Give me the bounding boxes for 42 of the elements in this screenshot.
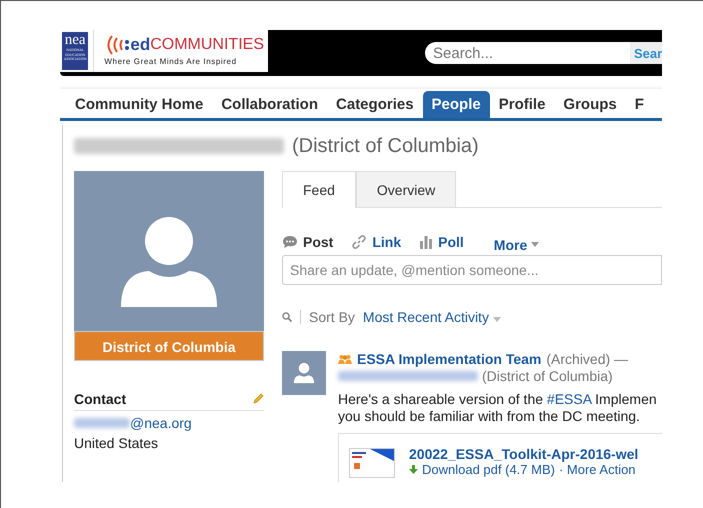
nav-tab[interactable]: Groups bbox=[554, 91, 626, 118]
nav-tab[interactable]: F bbox=[626, 91, 653, 118]
email-link[interactable]: @nea.org bbox=[130, 415, 192, 431]
nav-tab[interactable]: Collaboration bbox=[212, 91, 328, 118]
bar-chart-icon bbox=[419, 235, 434, 249]
caret-icon bbox=[492, 317, 501, 322]
region-badge: District of Columbia bbox=[74, 331, 264, 361]
pencil-icon[interactable] bbox=[252, 393, 264, 405]
share-field[interactable]: Share an update, @mention someone... bbox=[282, 255, 662, 285]
speech-bubble-icon bbox=[282, 235, 298, 249]
edcommunities-logo[interactable]: edCOMMUNITIES Where Great Minds Are Inspired bbox=[93, 30, 268, 72]
nav-tab[interactable]: Profile bbox=[490, 91, 554, 118]
nav-tab[interactable]: Community Home bbox=[66, 91, 212, 118]
composer-action[interactable]: Poll bbox=[419, 234, 464, 250]
link-icon bbox=[351, 234, 368, 250]
more-menu[interactable]: More bbox=[494, 236, 540, 252]
content-tab[interactable]: Overview bbox=[356, 171, 456, 207]
download-icon bbox=[409, 465, 418, 474]
more-actions-link[interactable]: · More Action bbox=[558, 462, 636, 477]
search-field[interactable]: Search... bbox=[425, 42, 631, 64]
sort-dropdown[interactable]: Most Recent Activity bbox=[362, 309, 501, 325]
sort-label: Sort By bbox=[309, 309, 355, 325]
status-text: (Archived) — bbox=[546, 351, 628, 367]
blurred-text bbox=[74, 418, 130, 428]
profile-region: (District of Columbia) bbox=[292, 134, 479, 158]
post-text: Here's a shareable version of the #ESSA Implemen you should be familiar with from the DC meeting. bbox=[338, 391, 658, 425]
hashtag-link[interactable]: #ESSA bbox=[546, 391, 592, 407]
search-icon[interactable] bbox=[282, 312, 292, 322]
contact-heading: Contact bbox=[74, 391, 126, 407]
composer-action[interactable]: Post bbox=[282, 234, 334, 250]
nav-tab[interactable]: People bbox=[422, 91, 490, 118]
file-link[interactable]: 20022_ESSA_Toolkit-Apr-2016-wel bbox=[409, 446, 638, 462]
nav-tab[interactable]: Categories bbox=[327, 91, 423, 118]
group-link[interactable]: ESSA Implementation Team bbox=[357, 351, 542, 367]
download-link[interactable]: Download pdf (4.7 MB) bbox=[422, 462, 555, 477]
author-region: (District of Columbia) bbox=[482, 368, 613, 384]
composer-action[interactable]: Link bbox=[351, 234, 402, 250]
content-tab[interactable]: Feed bbox=[282, 171, 356, 208]
caret-icon bbox=[531, 242, 540, 247]
group-icon bbox=[338, 354, 352, 364]
document-thumbnail[interactable] bbox=[349, 448, 395, 478]
country-text: United States bbox=[74, 435, 160, 451]
